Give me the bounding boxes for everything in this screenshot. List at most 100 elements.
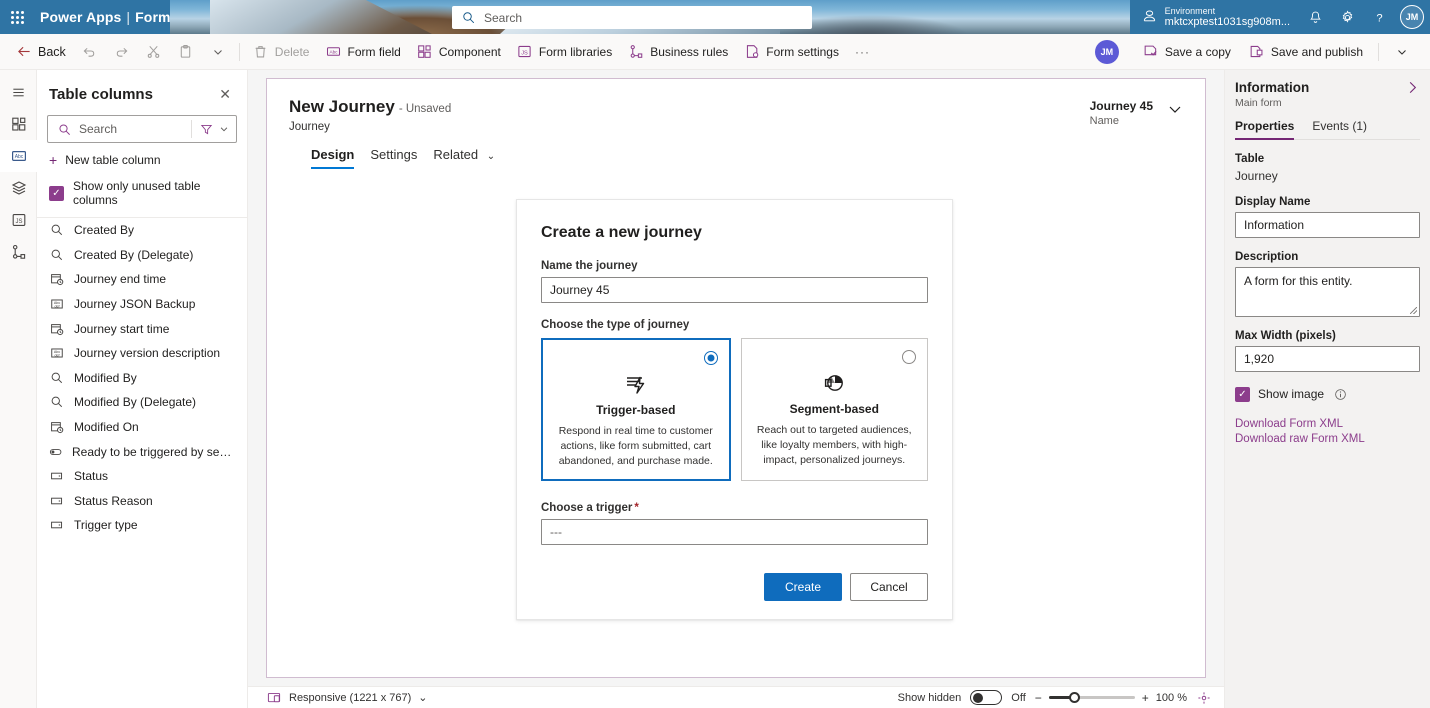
properties-tabs: Properties Events (1) [1235, 119, 1420, 140]
form-settings-label: Form settings [766, 44, 839, 59]
paste-options-chevron[interactable] [202, 38, 234, 66]
form-subtitle: Journey [289, 121, 330, 133]
filter-button[interactable] [191, 120, 232, 138]
list-item[interactable]: Created By [37, 218, 247, 243]
new-table-column-button[interactable]: + New table column [37, 143, 247, 175]
info-icon[interactable] [1332, 386, 1348, 402]
tab-design[interactable]: Design [311, 147, 355, 169]
tab-design-label: Design [311, 147, 355, 162]
form-libraries-button[interactable]: JS Form libraries [509, 38, 620, 66]
list-item[interactable]: Created By (Delegate) [37, 243, 247, 268]
rail-item-table-columns[interactable]: Abc [0, 140, 37, 172]
fit-to-screen-icon[interactable] [1196, 690, 1212, 706]
zoom-out-button[interactable]: − [1035, 691, 1042, 705]
create-button[interactable]: Create [764, 573, 842, 601]
description-label: Description [1235, 251, 1299, 263]
trigger-select[interactable]: --- [541, 519, 928, 545]
environment-selector[interactable]: Environment mktcxptest1031sg908m... [1142, 6, 1290, 29]
zoom-slider[interactable] [1048, 692, 1135, 703]
status-bar: Responsive (1221 x 767) ⌄ Show hidden Of… [248, 686, 1224, 708]
save-a-copy-button[interactable]: Save a copy [1135, 38, 1239, 66]
form-settings-button[interactable]: Form settings [736, 38, 847, 66]
notifications-bell-icon[interactable] [1300, 0, 1330, 34]
svg-text:JS: JS [522, 50, 529, 56]
description-textarea[interactable]: A form for this entity. [1235, 267, 1420, 317]
list-item[interactable]: Trigger type [37, 513, 247, 538]
chevron-down-icon: ⌄ [486, 151, 496, 162]
download-raw-form-xml-link[interactable]: Download raw Form XML [1235, 433, 1420, 445]
waffle-grid [10, 10, 24, 24]
rail-item-form-libraries[interactable]: JS [0, 204, 37, 236]
show-image-checkbox[interactable]: ✓ Show image [1235, 386, 1420, 402]
list-item[interactable]: Abc def Journey version description [37, 341, 247, 366]
list-item[interactable]: Modified By [37, 366, 247, 391]
radio-segment-based[interactable] [902, 350, 916, 364]
save-and-publish-button[interactable]: Save and publish [1241, 38, 1371, 66]
table-columns-list[interactable]: Created By Created By (Delegate) Journey… [37, 217, 247, 708]
dialog-actions: Create Cancel [541, 573, 928, 601]
search-input[interactable]: Search [47, 115, 237, 143]
responsive-icon [266, 690, 282, 706]
radio-trigger-based[interactable] [703, 351, 718, 365]
app-launcher-icon[interactable] [0, 0, 34, 34]
show-image-label: Show image [1258, 387, 1325, 401]
toggle-knob [973, 692, 984, 703]
global-search-box[interactable]: Search [452, 6, 812, 29]
form-title: New Journey [289, 97, 395, 116]
settings-gear-icon[interactable] [1332, 0, 1362, 34]
list-item[interactable]: Abc def Journey JSON Backup [37, 292, 247, 317]
save-options-chevron[interactable] [1386, 38, 1418, 66]
list-item[interactable]: Journey start time [37, 316, 247, 341]
user-avatar[interactable]: JM [1400, 5, 1424, 29]
business-rules-button[interactable]: Business rules [620, 38, 736, 66]
rail-item-menu[interactable] [0, 76, 37, 108]
list-item[interactable]: Ready to be triggered by segment r... [37, 439, 247, 464]
download-form-xml-link[interactable]: Download Form XML [1235, 418, 1420, 430]
chevron-down-icon [1394, 44, 1410, 60]
tab-settings[interactable]: Settings [370, 147, 417, 169]
zoom-in-button[interactable]: + [1142, 691, 1149, 705]
description-group: Description A form for this entity. [1235, 251, 1420, 317]
rail-item-components[interactable] [0, 108, 37, 140]
tab-events[interactable]: Events (1) [1312, 119, 1367, 139]
list-item[interactable]: Modified On [37, 415, 247, 440]
rail-item-data-sources[interactable] [0, 172, 37, 204]
plus-icon: + [49, 152, 58, 168]
option-trigger-based[interactable]: Trigger-based Respond in real time to cu… [541, 338, 731, 481]
rail-item-business-rules[interactable] [0, 236, 37, 268]
show-hidden-toggle[interactable] [970, 690, 1003, 705]
new-table-column-label: New table column [65, 153, 161, 167]
back-button[interactable]: Back [8, 38, 74, 66]
undo-button[interactable] [74, 38, 106, 66]
list-item-label: Journey JSON Backup [74, 297, 196, 312]
max-width-input[interactable]: 1,920 [1235, 346, 1420, 372]
cut-button[interactable] [138, 38, 170, 66]
help-icon[interactable]: ? [1364, 0, 1394, 34]
record-header-chevron-down-icon[interactable] [1167, 99, 1183, 120]
command-overflow-button[interactable]: ··· [847, 38, 878, 66]
option-segment-based[interactable]: Segment-based Reach out to targeted audi… [740, 338, 928, 481]
form-field-button[interactable]: Abc Form field [317, 38, 408, 66]
hamburger-menu-icon [11, 84, 27, 100]
responsive-selector[interactable]: Responsive (1221 x 767) ⌄ [266, 690, 428, 706]
redo-button[interactable] [106, 38, 138, 66]
cancel-button[interactable]: Cancel [850, 573, 928, 601]
list-item[interactable]: Modified By (Delegate) [37, 390, 247, 415]
component-button[interactable]: Component [409, 38, 509, 66]
show-only-unused-checkbox[interactable]: ✓ Show only unused table columns [37, 175, 247, 217]
paste-button[interactable] [170, 38, 202, 66]
list-item-label: Journey version description [74, 346, 221, 361]
tab-properties[interactable]: Properties [1235, 119, 1295, 140]
editor-avatar[interactable]: JM [1094, 39, 1119, 64]
display-name-input[interactable]: Information [1235, 212, 1420, 238]
close-icon[interactable]: ✕ [215, 84, 235, 105]
list-item[interactable]: Status Reason [37, 489, 247, 514]
tab-related[interactable]: Related ⌄ [433, 147, 495, 169]
list-item[interactable]: Journey end time [37, 267, 247, 292]
zoom-slider-handle[interactable] [1068, 692, 1080, 703]
delete-button[interactable]: Delete [245, 38, 318, 66]
list-item[interactable]: Status [37, 464, 247, 489]
chevron-right-icon[interactable] [1405, 80, 1420, 98]
journey-name-input[interactable]: Journey 45 [541, 277, 928, 303]
brand-title[interactable]: Power Apps | Form [40, 9, 171, 25]
